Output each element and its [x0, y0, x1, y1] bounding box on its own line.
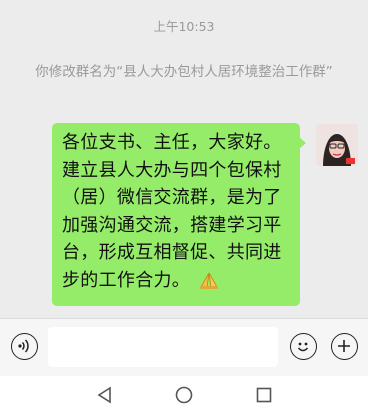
recents-square-icon[interactable]: [255, 386, 273, 408]
smile-icon[interactable]: [290, 333, 317, 360]
system-nav-bar: [0, 376, 368, 417]
message-input[interactable]: [48, 327, 278, 367]
back-triangle-icon[interactable]: [96, 386, 114, 408]
message-text: 各位支书、主任，大家好。建立县人大办与四个包保村（居）微信交流群，是为了加强沟通…: [62, 132, 282, 291]
input-bar: [0, 318, 368, 376]
plus-icon[interactable]: [331, 333, 358, 360]
voice-icon[interactable]: [11, 333, 38, 360]
message-timestamp: 上午10:53: [153, 19, 215, 34]
system-message: 你修改群名为“县人大办包村人居环境整治工作群”: [35, 64, 333, 80]
message-bubble[interactable]: 各位支书、主任，大家好。建立县人大办与四个包保村（居）微信交流群，是为了加强沟通…: [52, 123, 306, 306]
user-avatar[interactable]: [316, 124, 358, 166]
home-circle-icon[interactable]: [175, 386, 193, 408]
pray-emoji-icon: [198, 270, 220, 299]
chat-area[interactable]: 上午10:53 你修改群名为“县人大办包村人居环境整治工作群” 各位支书、主任，…: [0, 0, 368, 318]
